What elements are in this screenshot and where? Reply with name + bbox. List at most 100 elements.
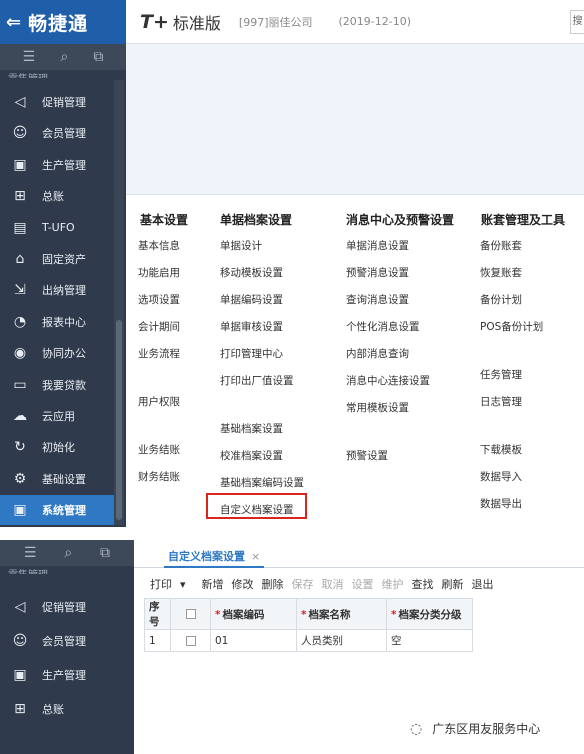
menu-item-pos-backup-plan[interactable]: POS备份计划 — [480, 319, 543, 334]
sidebar-scroll-thumb[interactable] — [116, 320, 122, 520]
exit-button[interactable]: 退出 — [472, 576, 494, 592]
sidebar-item[interactable]: ◉ 协同办公 — [0, 338, 120, 368]
menu-item-doc-message[interactable]: 单据消息设置 — [346, 238, 409, 253]
menu-item-business-flow[interactable]: 业务流程 — [138, 346, 180, 361]
sidebar-item[interactable]: ▣ 系统管理 — [0, 495, 120, 526]
table-row[interactable]: 1 01 人员类别 空 — [144, 629, 473, 652]
menu-item-print-defaults[interactable]: 打印出厂值设置 — [220, 373, 294, 388]
menu-item-calibrate-archive[interactable]: 校准档案设置 — [220, 448, 283, 463]
sidebar-item-label: 出纳管理 — [42, 284, 86, 298]
col-select-all[interactable] — [170, 598, 211, 630]
menu-item-data-import[interactable]: 数据导入 — [480, 469, 522, 484]
cell-code[interactable]: 01 — [210, 629, 297, 652]
menu-item-log-management[interactable]: 日志管理 — [480, 394, 522, 409]
sidebar-item[interactable]: ☺ 会员管理 — [0, 626, 120, 656]
menu-item-document-coding[interactable]: 单据编码设置 — [220, 292, 283, 307]
menu-item-query-message[interactable]: 查询消息设置 — [346, 292, 409, 307]
sidebar-scrollbar[interactable] — [114, 80, 124, 525]
sidebar-item[interactable]: ⇲ 出纳管理 — [0, 275, 120, 305]
new-button[interactable]: 新增 — [202, 576, 224, 592]
sidebar-item[interactable]: ↻ 初始化 — [0, 432, 120, 462]
menu-item-data-export[interactable]: 数据导出 — [480, 496, 522, 511]
menu-item-message-connection[interactable]: 消息中心连接设置 — [346, 373, 430, 388]
menu-item-backup-plan[interactable]: 备份计划 — [480, 292, 522, 307]
menu-item-document-design[interactable]: 单据设计 — [220, 238, 262, 253]
cancel-button[interactable]: 取消 — [322, 576, 344, 592]
sidebar-item[interactable]: ▣ 生产管理 — [0, 660, 120, 690]
col-level[interactable]: * 档案分类分级 — [386, 598, 473, 630]
menu-item-accounting-period[interactable]: 会计期间 — [138, 319, 180, 334]
menu-item-user-permissions[interactable]: 用户权限 — [138, 394, 180, 409]
menu-item-options[interactable]: 选项设置 — [138, 292, 180, 307]
edit-button[interactable]: 修改 — [232, 576, 254, 592]
menu-icon[interactable]: ☰ — [24, 545, 37, 561]
login-date: (2019-12-10) — [338, 15, 412, 28]
sidebar-item-label: 促销管理 — [42, 601, 86, 614]
menu-item-task-management[interactable]: 任务管理 — [480, 367, 522, 382]
sidebar-top: ☰ ⌕ ⧉ 零售管理 ◁ 促销管理 ☺ 会员管理 ▣ 生产管理 ⊞ 总账 ▤ T-UFO ⌂ 固定资产… — [0, 44, 126, 527]
col-name[interactable]: * 档案名称 — [296, 598, 387, 630]
menu-item-document-audit[interactable]: 单据审核设置 — [220, 319, 283, 334]
menu-item-internal-message[interactable]: 内部消息查询 — [346, 346, 409, 361]
menu-item-mobile-template[interactable]: 移动模板设置 — [220, 265, 283, 280]
menu-item-personal-message[interactable]: 个性化消息设置 — [346, 319, 420, 334]
sidebar-item[interactable]: ◔ 报表中心 — [0, 307, 120, 337]
sidebar-item[interactable]: ⊞ 总账 — [0, 181, 120, 211]
menu-item-base-archive[interactable]: 基础档案设置 — [220, 421, 283, 436]
row-checkbox[interactable] — [185, 635, 196, 646]
sidebar-item[interactable]: ⌂ 固定资产 — [0, 244, 120, 274]
menu-item-feature-enable[interactable]: 功能启用 — [138, 265, 180, 280]
new-window-icon[interactable]: ⧉ — [100, 545, 110, 561]
select-all-checkbox[interactable] — [185, 609, 196, 619]
tab-custom-archive[interactable]: 自定义档案设置 × — [164, 546, 265, 568]
sidebar-item-label: 报表中心 — [42, 315, 86, 329]
sidebar-item[interactable]: ☺ 会员管理 — [0, 118, 120, 148]
menu-icon[interactable]: ☰ — [23, 49, 36, 65]
sidebar-item[interactable]: ◁ 促销管理 — [0, 592, 120, 622]
search-icon[interactable]: ⌕ — [60, 49, 68, 65]
menu-item-print-center[interactable]: 打印管理中心 — [220, 346, 283, 361]
maintain-button[interactable]: 维护 — [382, 576, 404, 592]
menu-header-messages: 消息中心及预警设置 — [346, 213, 455, 227]
menu-item-business-close[interactable]: 业务结账 — [138, 442, 180, 457]
menu-item-restore-account[interactable]: 恢复账套 — [480, 265, 522, 280]
menu-item-backup-account[interactable]: 备份账套 — [480, 238, 522, 253]
sidebar-item-label: 生产管理 — [42, 669, 86, 682]
menu-item-basic-info[interactable]: 基本信息 — [138, 238, 180, 253]
sidebar-item[interactable]: ⚙ 基础设置 — [0, 464, 120, 494]
search-icon[interactable]: ⌕ — [64, 545, 72, 561]
col-code[interactable]: * 档案编码 — [210, 598, 297, 630]
cell-name[interactable]: 人员类别 — [296, 629, 387, 652]
menu-header-basic: 基本设置 — [140, 213, 189, 227]
menu-item-download-template[interactable]: 下载模板 — [480, 442, 522, 457]
sidebar-item[interactable]: ◁ 促销管理 — [0, 87, 120, 117]
back-arrow-icon[interactable]: ⇐ — [6, 12, 22, 33]
col-code-label: 档案编码 — [222, 608, 265, 621]
sidebar-item[interactable]: ▤ T-UFO — [0, 213, 120, 243]
sidebar-item[interactable]: ▣ 生产管理 — [0, 150, 120, 180]
cell-select[interactable] — [170, 629, 211, 652]
sidebar-item[interactable]: ▭ 我要贷款 — [0, 370, 120, 400]
sidebar-item-label: 总账 — [42, 703, 64, 716]
find-button[interactable]: 查找 — [412, 576, 434, 592]
sidebar-item[interactable]: ⊞ 总账 — [0, 694, 120, 724]
new-window-icon[interactable]: ⧉ — [93, 49, 103, 65]
menu-item-finance-close[interactable]: 财务结账 — [138, 469, 180, 484]
refresh-button[interactable]: 刷新 — [442, 576, 464, 592]
header-search-stub[interactable]: 搜 — [570, 10, 584, 34]
settings-button[interactable]: 设置 — [352, 576, 374, 592]
save-button[interactable]: 保存 — [292, 576, 314, 592]
close-icon[interactable]: × — [251, 550, 260, 563]
cell-level[interactable]: 空 — [386, 629, 473, 652]
menu-item-archive-coding[interactable]: 基础档案编码设置 — [220, 475, 304, 490]
print-button[interactable]: 打印 ▾ — [150, 576, 194, 592]
top-screenshot: ⇐ 畅捷通 T+ 标准版 [997]丽佳公司 (2019-12-10) 搜 ☰ … — [0, 0, 584, 527]
brand-bar: ⇐ 畅捷通 — [0, 0, 126, 44]
col-name-label: 档案名称 — [308, 608, 351, 621]
sidebar-item[interactable]: ☁ 云应用 — [0, 401, 120, 431]
menu-item-alert-settings[interactable]: 预警设置 — [346, 448, 388, 463]
menu-header-documents: 单据档案设置 — [220, 213, 293, 227]
menu-item-alert-message[interactable]: 预警消息设置 — [346, 265, 409, 280]
delete-button[interactable]: 删除 — [262, 576, 284, 592]
menu-item-common-template[interactable]: 常用模板设置 — [346, 400, 409, 415]
